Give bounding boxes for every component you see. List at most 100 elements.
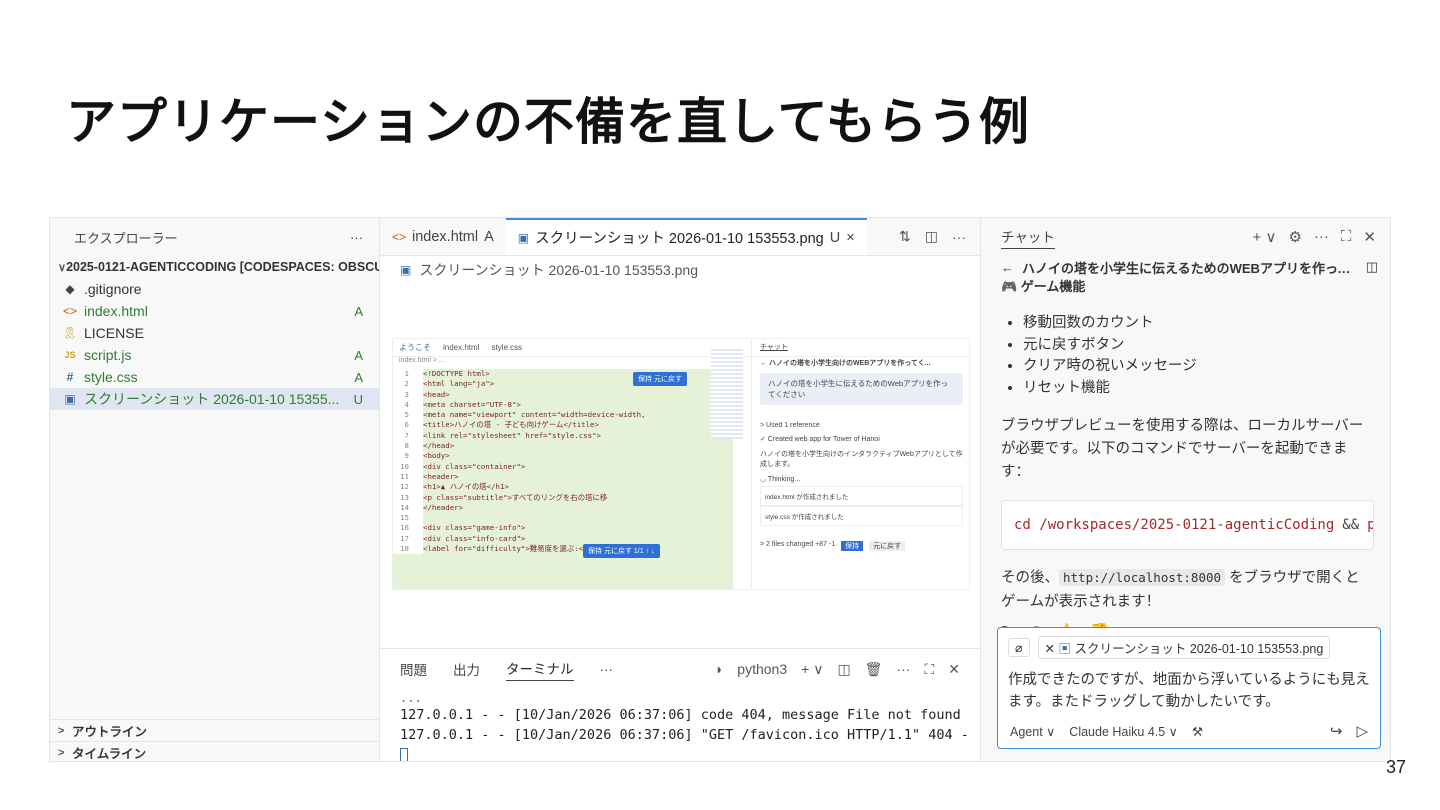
timeline-section[interactable]: > タイムライン — [50, 741, 380, 761]
html-file-icon: <> — [62, 304, 77, 318]
compare-icon[interactable]: ⇅ — [899, 228, 911, 245]
model-label: Claude Haiku 4.5 — [1069, 724, 1166, 739]
file-gitignore[interactable]: ◆ .gitignore — [50, 278, 379, 300]
shell-label[interactable]: python3 — [737, 661, 787, 677]
line-text: <body> — [423, 451, 450, 461]
code-line: 5 <meta name="viewport" content="width=d… — [393, 410, 733, 421]
slide-title: アプリケーションの不備を直してもらう例 — [66, 93, 1030, 151]
section-label: アウトライン — [72, 725, 148, 739]
code-command: cd /workspaces/2025-0121-agenticCoding — [1014, 517, 1335, 533]
terminal-output[interactable]: ... 127.0.0.1 - - [10/Jan/2026 06:37:06]… — [380, 689, 980, 761]
maximize-icon[interactable]: ⛶ — [1341, 228, 1352, 246]
attachment-row: ⌀ ✕ ▣ スクリーンショット 2026-01-10 153553.png — [1008, 636, 1370, 659]
code-rest: p — [1367, 517, 1373, 533]
panel-toggle-icon[interactable]: ◫ — [1366, 259, 1378, 275]
line-number: 10 — [393, 461, 423, 472]
more-icon[interactable]: ··· — [952, 229, 966, 245]
model-select[interactable]: Claude Haiku 4.5 ∨ — [1069, 724, 1178, 739]
vscode-screenshot: エクスプローラー ··· ∨ 2025-0121-AGENTICCODING [… — [49, 217, 1391, 762]
more-icon[interactable]: ··· — [600, 662, 614, 677]
tab-output[interactable]: 出力 — [453, 659, 480, 679]
workspace-root[interactable]: ∨ 2025-0121-AGENTICCODING [CODESPACES: O… — [50, 256, 379, 278]
add-terminal-icon[interactable]: + ∨ — [801, 661, 823, 678]
file-name: LICENSE — [84, 325, 144, 341]
line-text: </head> — [423, 441, 455, 451]
preview-chat-row: ◡ Thinking... — [760, 476, 801, 483]
line-number: 12 — [393, 482, 423, 493]
back-arrow-icon[interactable]: ← — [1001, 260, 1014, 275]
tab-screenshot[interactable]: ▣ スクリーンショット 2026-01-10 153553.png U × — [505, 218, 867, 255]
explorer-panel: エクスプローラー ··· ∨ 2025-0121-AGENTICCODING [… — [50, 218, 380, 761]
explorer-title: エクスプローラー — [74, 230, 178, 246]
more-icon[interactable]: ··· — [1314, 228, 1329, 246]
send-icon[interactable]: ▷ — [1356, 722, 1368, 740]
file-status: A — [354, 303, 363, 319]
split-editor-icon[interactable]: ◫ — [925, 228, 938, 245]
mode-label: Agent — [1010, 724, 1043, 739]
file-name: index.html — [84, 303, 148, 319]
workspace-root-label: 2025-0121-AGENTICCODING [CODESPACES: OBS… — [66, 260, 379, 274]
license-icon: 🎗 — [62, 326, 78, 340]
input-footer: Agent ∨ Claude Haiku 4.5 ∨ ⚒ ↪ ▷ — [1010, 722, 1368, 740]
delegate-icon[interactable]: ↪ — [1330, 722, 1343, 740]
preview-minimap — [711, 349, 743, 439]
preview-keep-bar: 保持 元に戻す — [633, 372, 687, 386]
code-line: 12 <h1>▲ ハノイの塔</h1> — [393, 482, 733, 493]
line-text: <title>ハノイの塔 - 子ども向けゲーム</title> — [423, 420, 599, 430]
line-number: 14 — [393, 502, 423, 514]
preview-keep-button: 保持 — [841, 541, 864, 551]
preview-chat-row: ハノイの塔を小学生向けのインタラクティブWebアプリとして作成します。 — [760, 451, 963, 468]
tab-terminal[interactable]: ターミナル — [506, 658, 574, 681]
thread-title: ハノイの塔を小学生に伝えるためのWEBアプリを作ってく... — [1022, 260, 1358, 276]
close-icon[interactable]: × — [846, 230, 854, 246]
line-text: </header> — [423, 502, 464, 512]
code-block[interactable]: cd /workspaces/2025-0121-agenticCoding &… — [1001, 500, 1374, 550]
line-text: <!DOCTYPE html> — [423, 369, 490, 378]
close-icon[interactable]: ✕ — [1363, 228, 1376, 246]
chat-title: チャット — [1001, 226, 1055, 249]
preview-changed-label: > 2 files changed +87 -1 — [760, 541, 836, 548]
chevron-right-icon: > — [58, 746, 65, 759]
line-number: 15 — [393, 513, 423, 524]
line-text: <link rel="stylesheet" href="style.css"> — [423, 430, 601, 440]
chat-thread-header[interactable]: ← ハノイの塔を小学生に伝えるためのWEBアプリを作ってく... ◫ — [981, 256, 1390, 278]
maximize-icon[interactable]: ⛶ — [924, 661, 934, 678]
tab-index-html[interactable]: <> index.html A — [380, 218, 506, 255]
trash-icon[interactable]: 🗑 — [865, 661, 883, 678]
tab-problems[interactable]: 問題 — [400, 659, 427, 679]
line-text: <head> — [423, 389, 450, 399]
code-line: 14 </header> — [393, 502, 733, 514]
more-icon[interactable]: ··· — [896, 661, 910, 677]
preview-chat: チャット ← ハノイの塔を小学生向けのWEBアプリを作ってく... ハノイの塔を… — [751, 339, 969, 589]
tools-icon[interactable]: ⚒ — [1192, 724, 1203, 739]
chevron-down-icon: ∨ — [58, 261, 67, 274]
line-number: 11 — [393, 471, 423, 483]
python-icon: ◗ — [714, 661, 724, 677]
close-icon[interactable]: ✕ — [1045, 642, 1055, 656]
preview-code: 1 <!DOCTYPE html> 2 <html lang="ja"> 3 <head>… — [393, 369, 733, 589]
gear-icon[interactable]: ⚙ — [1288, 228, 1301, 246]
line-number: 6 — [393, 420, 423, 431]
feature-list: 移動回数のカウント 元に戻すボタン クリア時の祝いメッセージ リセット機能 — [1023, 313, 1374, 399]
terminal-line: 127.0.0.1 - - [10/Jan/2026 06:37:06] cod… — [400, 707, 961, 723]
attachment-chip[interactable]: ✕ ▣ スクリーンショット 2026-01-10 153553.png — [1037, 636, 1331, 659]
attach-icon[interactable]: ⌀ — [1008, 638, 1030, 657]
mode-select[interactable]: Agent ∨ — [1010, 724, 1055, 739]
file-script-js[interactable]: JS script.js A — [50, 344, 379, 366]
code-line: 4 <meta charset="UTF-8"> — [393, 399, 733, 411]
chat-input-box[interactable]: ⌀ ✕ ▣ スクリーンショット 2026-01-10 153553.png 作成… — [997, 627, 1381, 749]
outline-section[interactable]: > アウトライン — [50, 719, 380, 741]
chat-messages: 🎮 ゲーム機能 移動回数のカウント 元に戻すボタン クリア時の祝いメッセージ リ… — [981, 276, 1390, 642]
chat-input-text[interactable]: 作成できたのですが、地面から浮いているようにも見えます。またドラッグして動かした… — [1008, 669, 1370, 713]
file-style-css[interactable]: # style.css A — [50, 366, 379, 388]
file-license[interactable]: 🎗 LICENSE — [50, 322, 379, 344]
new-chat-icon[interactable]: + ∨ — [1253, 228, 1277, 246]
close-icon[interactable]: ✕ — [948, 661, 960, 678]
split-terminal-icon[interactable]: ◫ — [837, 661, 850, 678]
image-file-icon: ▣ — [517, 230, 530, 245]
image-file-icon: ▣ — [64, 392, 76, 406]
more-icon[interactable]: ··· — [350, 230, 363, 245]
chat-panel: チャット + ∨ ⚙ ··· ⛶ ✕ ← ハノイの塔を小学生に伝えるためのWEB… — [980, 218, 1390, 761]
file-index-html[interactable]: <> index.html A — [50, 300, 379, 322]
file-screenshot[interactable]: ▣ スクリーンショット 2026-01-10 15355... U — [50, 388, 379, 410]
